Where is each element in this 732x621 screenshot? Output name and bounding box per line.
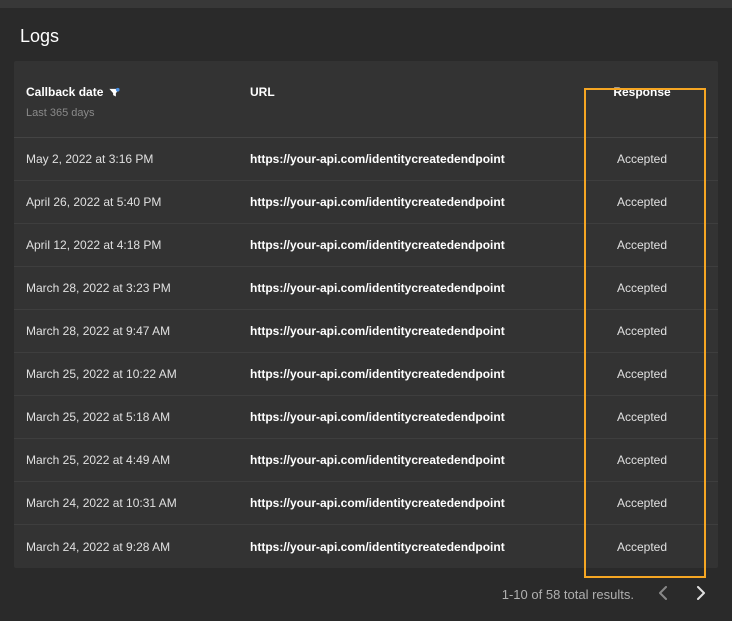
cell-response: Accepted [566, 281, 718, 295]
cell-url: https://your-api.com/identitycreatedendp… [250, 152, 566, 166]
table-row[interactable]: March 25, 2022 at 5:18 AMhttps://your-ap… [14, 396, 718, 439]
table-row[interactable]: May 2, 2022 at 3:16 PMhttps://your-api.c… [14, 138, 718, 181]
header-callback-date-label: Callback date [26, 85, 103, 99]
table-row[interactable]: April 26, 2022 at 5:40 PMhttps://your-ap… [14, 181, 718, 224]
header-callback-date-subtitle: Last 365 days [26, 107, 250, 119]
cell-response: Accepted [566, 540, 718, 554]
cell-callback-date: March 25, 2022 at 4:49 AM [14, 453, 250, 467]
cell-response: Accepted [566, 195, 718, 209]
table-row[interactable]: March 24, 2022 at 9:28 AMhttps://your-ap… [14, 525, 718, 568]
cell-callback-date: March 24, 2022 at 10:31 AM [14, 496, 250, 510]
cell-callback-date: March 25, 2022 at 5:18 AM [14, 410, 250, 424]
top-bar [0, 0, 732, 8]
header-callback-date[interactable]: Callback date [26, 85, 120, 99]
table-row[interactable]: March 28, 2022 at 3:23 PMhttps://your-ap… [14, 267, 718, 310]
cell-url: https://your-api.com/identitycreatedendp… [250, 281, 566, 295]
cell-url: https://your-api.com/identitycreatedendp… [250, 496, 566, 510]
cell-callback-date: March 28, 2022 at 3:23 PM [14, 281, 250, 295]
cell-response: Accepted [566, 152, 718, 166]
cell-callback-date: March 28, 2022 at 9:47 AM [14, 324, 250, 338]
cell-response: Accepted [566, 453, 718, 467]
cell-url: https://your-api.com/identitycreatedendp… [250, 540, 566, 554]
pagination-text: 1-10 of 58 total results. [502, 587, 634, 602]
table-row[interactable]: April 12, 2022 at 4:18 PMhttps://your-ap… [14, 224, 718, 267]
header-response[interactable]: Response [613, 85, 670, 99]
cell-response: Accepted [566, 410, 718, 424]
cell-callback-date: March 25, 2022 at 10:22 AM [14, 367, 250, 381]
table-row[interactable]: March 24, 2022 at 10:31 AMhttps://your-a… [14, 482, 718, 525]
cell-response: Accepted [566, 496, 718, 510]
cell-callback-date: April 12, 2022 at 4:18 PM [14, 238, 250, 252]
cell-url: https://your-api.com/identitycreatedendp… [250, 195, 566, 209]
cell-url: https://your-api.com/identitycreatedendp… [250, 367, 566, 381]
section-title: Logs [0, 8, 732, 61]
chevron-right-icon [696, 586, 706, 603]
cell-url: https://your-api.com/identitycreatedendp… [250, 324, 566, 338]
table-row[interactable]: March 25, 2022 at 4:49 AMhttps://your-ap… [14, 439, 718, 482]
pagination: 1-10 of 58 total results. [0, 568, 732, 621]
cell-callback-date: March 24, 2022 at 9:28 AM [14, 540, 250, 554]
cell-url: https://your-api.com/identitycreatedendp… [250, 410, 566, 424]
table-row[interactable]: March 25, 2022 at 10:22 AMhttps://your-a… [14, 353, 718, 396]
table-header: Callback date Last 365 days URL Response [14, 61, 718, 138]
cell-callback-date: April 26, 2022 at 5:40 PM [14, 195, 250, 209]
table-body: May 2, 2022 at 3:16 PMhttps://your-api.c… [14, 138, 718, 568]
logs-table: Callback date Last 365 days URL Response… [14, 61, 718, 568]
cell-response: Accepted [566, 238, 718, 252]
cell-response: Accepted [566, 324, 718, 338]
cell-url: https://your-api.com/identitycreatedendp… [250, 453, 566, 467]
next-page-button[interactable] [692, 582, 710, 607]
cell-url: https://your-api.com/identitycreatedendp… [250, 238, 566, 252]
cell-response: Accepted [566, 367, 718, 381]
previous-page-button[interactable] [654, 582, 672, 607]
chevron-left-icon [658, 586, 668, 603]
cell-callback-date: May 2, 2022 at 3:16 PM [14, 152, 250, 166]
filter-icon[interactable] [109, 87, 120, 98]
table-row[interactable]: March 28, 2022 at 9:47 AMhttps://your-ap… [14, 310, 718, 353]
header-url[interactable]: URL [250, 85, 275, 99]
